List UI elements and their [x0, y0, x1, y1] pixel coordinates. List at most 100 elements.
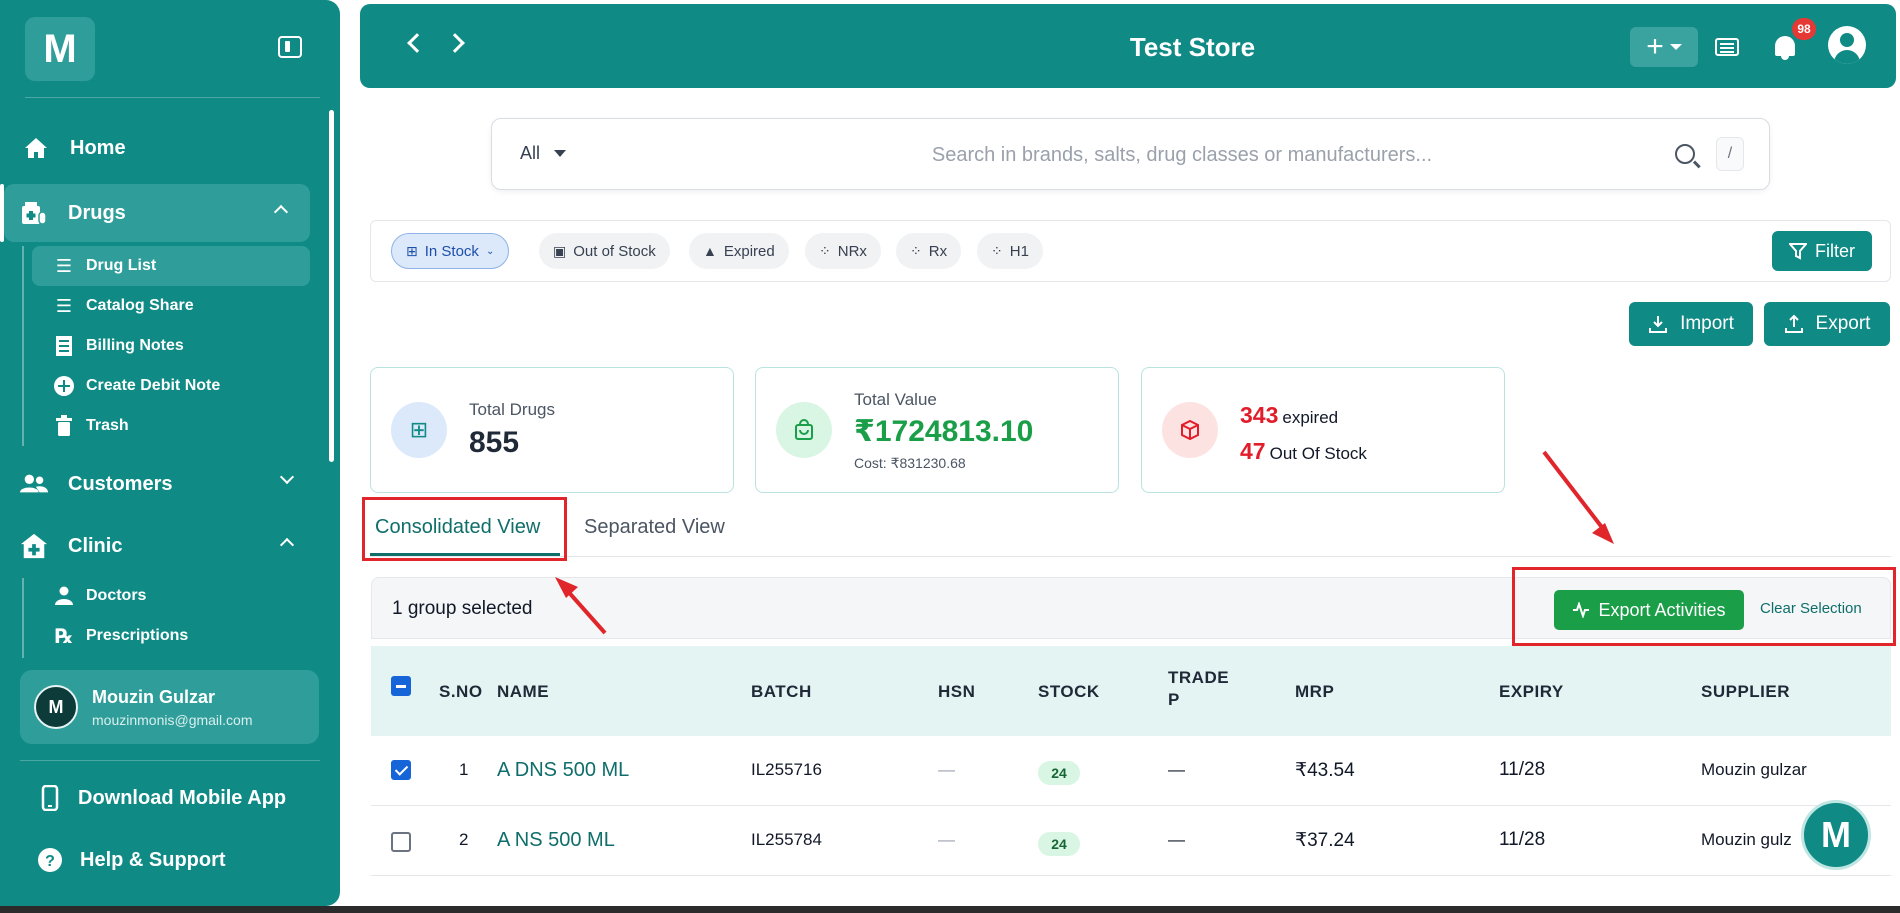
total-drugs-value: 855	[469, 426, 520, 459]
trash-icon	[52, 415, 76, 437]
profile-icon[interactable]	[1828, 26, 1866, 64]
chip-out-of-stock[interactable]: ▣ Out of Stock	[539, 233, 670, 269]
stock-badge: 24	[1038, 832, 1080, 856]
download-icon	[1649, 316, 1668, 333]
tab-separated-view[interactable]: Separated View	[584, 516, 725, 539]
drug-name-link[interactable]: A DNS 500 ML	[497, 759, 629, 782]
clinic-icon	[20, 532, 48, 560]
svg-text:?: ?	[45, 853, 55, 870]
sidebar-item-customers[interactable]: Customers	[20, 469, 320, 498]
out-of-stock-count: 47 Out Of Stock	[1240, 438, 1367, 464]
drugs-icon: ⊞	[406, 242, 418, 259]
user-name: Mouzin Gulzar	[92, 686, 215, 707]
cost-value: Cost: ₹831230.68	[854, 455, 966, 471]
import-button[interactable]: Import	[1629, 302, 1753, 346]
chip-nrx[interactable]: ⁘ NRx	[805, 233, 881, 269]
expired-count: 343 expired	[1240, 402, 1339, 428]
card-total-drugs: ⊞ Total Drugs 855	[370, 367, 734, 493]
chevron-down-icon: ⌄	[485, 245, 495, 257]
caret-down-icon	[1669, 44, 1682, 50]
add-circle-icon	[52, 375, 76, 397]
top-header: Test Store + 98	[360, 4, 1896, 88]
help-support-button[interactable]: ? Help & Support	[36, 846, 226, 874]
export-button[interactable]: Export	[1764, 302, 1890, 346]
sidebar-item-prescriptions[interactable]: ℞ Prescriptions	[32, 616, 310, 656]
search-input[interactable]	[812, 139, 1552, 171]
pills-icon: ⁘	[910, 242, 922, 259]
total-value-amount: ₹1724813.10	[854, 415, 1034, 448]
chevron-up-icon	[273, 204, 289, 220]
store-title: Test Store	[1129, 32, 1256, 62]
annotation-box-tabs	[362, 497, 567, 561]
chip-in-stock[interactable]: ⊞ In Stock ⌄	[391, 233, 510, 269]
caret-down-icon	[554, 150, 567, 157]
chip-expired[interactable]: ▲ Expired	[689, 233, 789, 269]
drugs-icon	[20, 199, 48, 227]
home-icon	[22, 134, 50, 162]
sidebar-divider	[25, 97, 320, 98]
quick-add-button[interactable]: +	[1630, 27, 1698, 67]
chevron-down-icon	[279, 469, 295, 485]
avatar: M	[34, 685, 78, 729]
mobile-phone-icon	[36, 784, 64, 812]
select-all-checkbox[interactable]	[391, 676, 411, 696]
sidebar-item-home[interactable]: Home	[22, 134, 126, 162]
table-row[interactable]: 1 A DNS 500 ML IL255716 — 24 — ₹43.54 11…	[371, 736, 1891, 806]
archive-icon: ▣	[553, 242, 567, 259]
assistant-fab-button[interactable]: M	[1801, 800, 1871, 870]
sidebar-item-doctors[interactable]: Doctors	[32, 576, 310, 616]
sidebar-item-clinic[interactable]: Clinic	[20, 532, 320, 560]
sidebar-item-drug-list[interactable]: ☰ Drug List	[32, 246, 310, 286]
search-scope-dropdown[interactable]: All	[520, 143, 567, 164]
taskbar-strip	[0, 906, 1900, 913]
box-icon	[1162, 402, 1218, 458]
app-logo[interactable]: M	[25, 17, 95, 81]
receipt-icon	[52, 335, 76, 357]
sidebar-item-drugs[interactable]: Drugs	[4, 184, 310, 242]
upload-icon	[1784, 314, 1803, 333]
user-profile-card[interactable]: M Mouzin Gulzar mouzinmonis@gmail.com	[20, 670, 319, 744]
robot-icon: M	[1821, 814, 1851, 855]
list-icon: ☰	[55, 255, 73, 276]
search-icon[interactable]	[1675, 144, 1695, 164]
row-checkbox[interactable]	[391, 832, 411, 852]
filter-button[interactable]: Filter	[1772, 231, 1872, 271]
chip-rx[interactable]: ⁘ Rx	[896, 233, 962, 269]
sidebar-item-create-debit-note[interactable]: Create Debit Note	[32, 366, 310, 406]
pills-icon: ⁘	[819, 242, 831, 259]
sidebar-collapse-icon[interactable]	[278, 36, 302, 58]
plus-icon: +	[1646, 30, 1664, 63]
sidebar-item-trash[interactable]: Trash	[32, 406, 310, 446]
filter-bar: ⊞ In Stock ⌄ ▣ Out of Stock ▲ Expired ⁘ …	[370, 220, 1891, 282]
drugs-icon: ⊞	[391, 402, 447, 458]
sidebar-item-catalog-share[interactable]: ☰ Catalog Share	[32, 286, 310, 326]
download-app-button[interactable]: Download Mobile App	[36, 784, 286, 812]
annotation-box-actions	[1512, 567, 1896, 646]
warning-icon: ▲	[703, 243, 717, 259]
users-icon	[20, 470, 48, 498]
table-row[interactable]: 2 A NS 500 ML IL255784 — 24 — ₹37.24 11/…	[371, 806, 1891, 876]
card-total-value: Total Value ₹1724813.10 Cost: ₹831230.68	[755, 367, 1119, 493]
row-checkbox[interactable]	[391, 760, 411, 780]
search-bar: All /	[491, 118, 1770, 190]
list-icon: ☰	[55, 295, 73, 316]
table-header: S.NO NAME BATCH HSN STOCK TRADE P MRP EX…	[371, 646, 1891, 736]
bell-icon[interactable]	[1773, 34, 1797, 60]
notification-badge: 98	[1792, 18, 1816, 40]
sidebar-item-billing-notes[interactable]: Billing Notes	[32, 326, 310, 366]
card-expired-stock: 343 expired 47 Out Of Stock	[1141, 367, 1505, 493]
chevron-up-icon	[279, 537, 295, 553]
sidebar-divider	[20, 760, 320, 761]
pills-icon: ⁘	[991, 242, 1003, 259]
prescription-icon: ℞	[55, 625, 73, 648]
sidebar-scrollbar[interactable]	[329, 110, 334, 462]
keyboard-icon[interactable]	[1715, 38, 1739, 56]
funnel-icon	[1789, 243, 1807, 260]
drug-name-link[interactable]: A NS 500 ML	[497, 829, 615, 852]
chip-h1[interactable]: ⁘ H1	[977, 233, 1043, 269]
stock-badge: 24	[1038, 761, 1080, 785]
selection-count: 1 group selected	[392, 598, 533, 619]
shopping-bag-icon	[776, 402, 832, 458]
user-email: mouzinmonis@gmail.com	[92, 711, 253, 728]
person-icon	[52, 586, 76, 606]
